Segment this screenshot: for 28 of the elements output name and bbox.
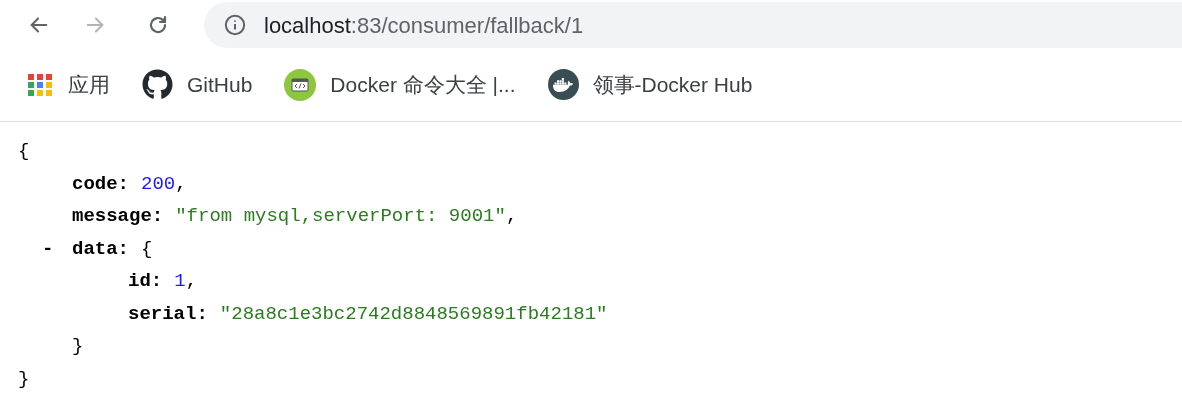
json-comma: , — [175, 171, 187, 197]
json-brace: } — [18, 366, 30, 392]
json-key: id: — [128, 267, 163, 296]
apps-grid-icon — [28, 73, 54, 96]
json-key: data: — [72, 234, 129, 263]
json-brace: } — [72, 334, 84, 359]
github-logo-icon — [142, 69, 173, 100]
bookmark-item[interactable]: Docker 命令大全 |... — [284, 68, 516, 101]
json-brace: { — [141, 236, 153, 262]
json-brace: { — [18, 139, 30, 164]
bookmark-item[interactable]: 应用 — [28, 68, 110, 101]
bookmark-item[interactable]: 领事-Docker Hub — [547, 68, 753, 101]
code-window-icon — [284, 68, 317, 101]
collapse-toggle[interactable]: - — [42, 234, 54, 263]
address-bar[interactable]: localhost:83/consumer/fallback/1 — [204, 2, 1182, 48]
info-icon[interactable] — [224, 14, 246, 36]
json-comma: , — [185, 269, 198, 294]
json-comma: , — [505, 204, 518, 229]
json-key: code: — [72, 169, 129, 198]
json-key: serial: — [128, 299, 208, 328]
whale-icon — [547, 69, 579, 100]
json-value: 1 — [174, 269, 186, 294]
json-key: message: — [72, 202, 164, 231]
json-value: 200 — [141, 171, 176, 197]
url-text: localhost:83/consumer/fallback/1 — [264, 11, 584, 40]
json-value: "from mysql,serverPort: 9001" — [175, 204, 506, 229]
bookmark-item[interactable]: GitHub — [142, 68, 253, 101]
json-value: "28a8c1e3bc2742d8848569891fb42181" — [219, 301, 608, 327]
